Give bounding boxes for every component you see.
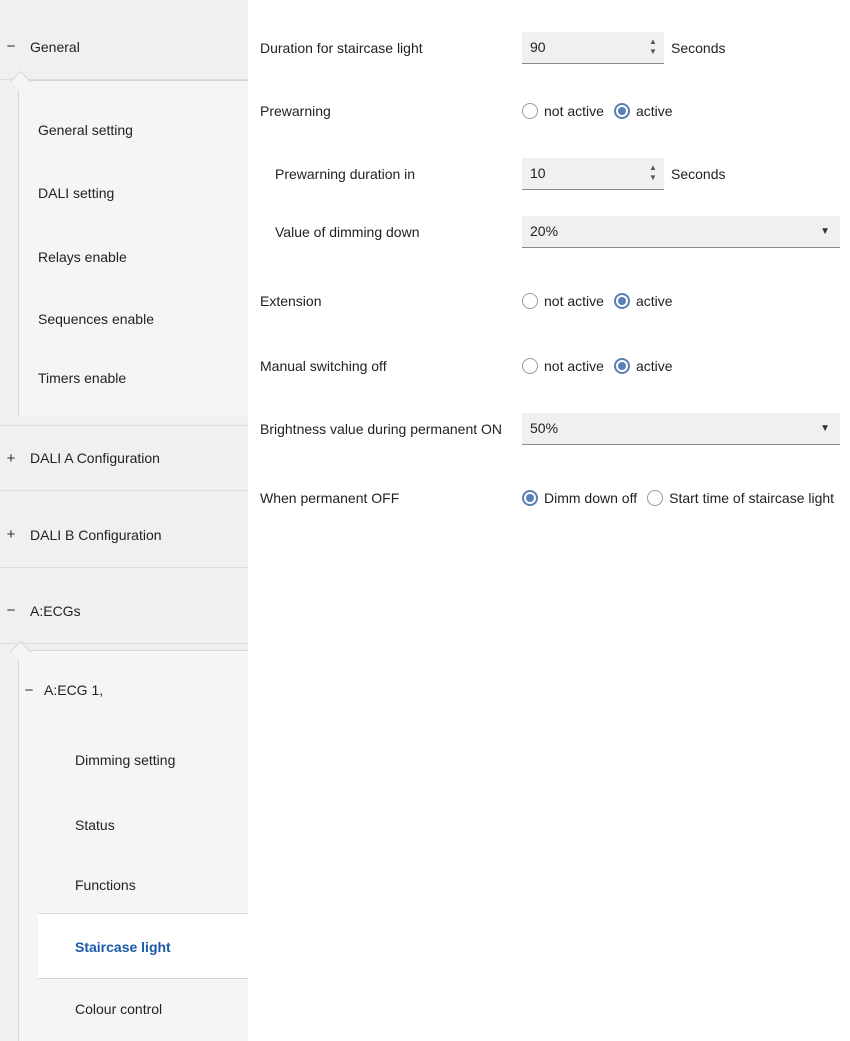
prewarning-row: Prewarning not active active: [248, 91, 850, 131]
sidebar-item-dimming-setting[interactable]: Dimming setting: [75, 727, 175, 793]
prewarning-duration-unit: Seconds: [671, 166, 726, 182]
spin-up-icon[interactable]: ▲: [648, 163, 658, 173]
dimming-down-label: Value of dimming down: [275, 224, 420, 240]
duration-spinbox[interactable]: 90 ▲ ▼: [522, 32, 664, 64]
radio-label: Dimm down off: [544, 490, 638, 506]
permanent-off-row: When permanent OFF Dimm down off Start t…: [248, 478, 850, 518]
radio-label: not active: [544, 103, 604, 119]
extension-row: Extension not active active: [248, 281, 850, 321]
start-time-radio[interactable]: Start time of staircase light: [647, 490, 834, 506]
radio-unchecked-icon[interactable]: [522, 358, 538, 374]
permanent-off-label: When permanent OFF: [260, 490, 400, 506]
brightness-on-row: Brightness value during permanent ON 50%…: [248, 409, 850, 449]
radio-unchecked-icon[interactable]: [522, 103, 538, 119]
radio-label: not active: [544, 358, 604, 374]
tree-group-dali-b[interactable]: + DALI B Configuration: [0, 502, 248, 568]
radio-checked-icon[interactable]: [613, 293, 630, 309]
extension-radio-group: not active active: [522, 281, 683, 321]
sidebar: − General General setting DALI setting R…: [0, 0, 248, 1041]
sidebar-item-functions[interactable]: Functions: [75, 852, 136, 918]
collapse-icon[interactable]: −: [22, 682, 36, 699]
tree-group-a-ecgs[interactable]: − A:ECGs: [0, 578, 248, 644]
dimming-down-select[interactable]: 20% ▼: [522, 216, 840, 248]
prewarning-label: Prewarning: [260, 103, 331, 119]
expand-icon[interactable]: +: [4, 526, 18, 543]
duration-row: Duration for staircase light 90 ▲ ▼ Seco…: [248, 28, 850, 68]
radio-label: active: [635, 358, 673, 374]
prewarning-not-active-radio[interactable]: not active: [522, 103, 604, 119]
sidebar-item-dali-setting[interactable]: DALI setting: [38, 160, 114, 226]
dimming-down-value: 20%: [530, 223, 559, 239]
prewarning-duration-label: Prewarning duration in: [275, 166, 416, 182]
brightness-on-value: 50%: [530, 420, 559, 436]
chevron-down-icon[interactable]: ▼: [820, 216, 830, 247]
prewarning-radio-group: not active active: [522, 91, 683, 131]
duration-label: Duration for staircase light: [260, 40, 423, 56]
expand-icon[interactable]: +: [4, 450, 18, 467]
chevron-down-icon[interactable]: ▼: [820, 413, 830, 444]
tree-group-label: A:ECGs: [30, 602, 81, 619]
manual-off-active-radio[interactable]: active: [613, 358, 673, 374]
parameter-panel: Duration for staircase light 90 ▲ ▼ Seco…: [248, 0, 850, 1041]
prewarning-duration-spinbox[interactable]: 10 ▲ ▼: [522, 158, 664, 190]
duration-value[interactable]: 90: [530, 32, 546, 63]
radio-label: active: [635, 103, 673, 119]
radio-checked-icon[interactable]: [613, 103, 630, 119]
tree-group-a-ecg1[interactable]: − A:ECG 1,: [18, 657, 248, 723]
duration-unit: Seconds: [671, 40, 726, 56]
spin-up-icon[interactable]: ▲: [648, 37, 658, 47]
radio-checked-icon[interactable]: [613, 358, 630, 374]
collapse-icon[interactable]: −: [4, 38, 18, 55]
spin-arrows-icon[interactable]: ▲ ▼: [648, 37, 658, 57]
brightness-on-select[interactable]: 50% ▼: [522, 413, 840, 445]
extension-label: Extension: [260, 293, 322, 309]
spin-down-icon[interactable]: ▼: [648, 47, 658, 57]
tree-group-general[interactable]: − General: [0, 14, 248, 80]
prewarning-active-radio[interactable]: active: [613, 103, 673, 119]
tree-group-label: DALI B Configuration: [30, 526, 162, 543]
sidebar-item-staircase-light[interactable]: Staircase light: [38, 913, 248, 979]
manual-off-label: Manual switching off: [260, 358, 387, 374]
sidebar-item-status[interactable]: Status: [75, 792, 115, 858]
sidebar-item-timers-enable[interactable]: Timers enable: [38, 345, 126, 411]
radio-checked-icon[interactable]: [522, 490, 538, 506]
sidebar-item-sequences-enable[interactable]: Sequences enable: [38, 286, 154, 352]
tree-group-dali-a[interactable]: + DALI A Configuration: [0, 425, 248, 491]
tree-group-label: General: [30, 38, 80, 55]
dimming-down-row: Value of dimming down 20% ▼: [248, 212, 850, 252]
prewarning-duration-value[interactable]: 10: [530, 158, 546, 189]
permanent-off-radio-group: Dimm down off Start time of staircase li…: [522, 478, 844, 518]
manual-off-radio-group: not active active: [522, 346, 683, 386]
spin-arrows-icon[interactable]: ▲ ▼: [648, 163, 658, 183]
radio-label: not active: [544, 293, 604, 309]
prewarning-duration-row: Prewarning duration in 10 ▲ ▼ Seconds: [248, 154, 850, 194]
manual-off-not-active-radio[interactable]: not active: [522, 358, 604, 374]
extension-not-active-radio[interactable]: not active: [522, 293, 604, 309]
manual-off-row: Manual switching off not active active: [248, 346, 850, 386]
sidebar-item-relays-enable[interactable]: Relays enable: [38, 224, 127, 290]
radio-unchecked-icon[interactable]: [647, 490, 664, 506]
spin-down-icon[interactable]: ▼: [648, 173, 658, 183]
dimm-down-off-radio[interactable]: Dimm down off: [522, 490, 637, 506]
sidebar-item-general-setting[interactable]: General setting: [38, 97, 133, 163]
tree-group-label: DALI A Configuration: [30, 450, 160, 466]
brightness-on-label: Brightness value during permanent ON: [260, 421, 503, 437]
radio-unchecked-icon[interactable]: [522, 293, 538, 309]
sidebar-item-colour-control[interactable]: Colour control: [75, 976, 162, 1041]
radio-label: active: [635, 293, 673, 309]
radio-label: Start time of staircase light: [669, 490, 835, 506]
tree-group-label: A:ECG 1,: [44, 682, 104, 698]
collapse-icon[interactable]: −: [4, 602, 18, 619]
extension-active-radio[interactable]: active: [613, 293, 673, 309]
